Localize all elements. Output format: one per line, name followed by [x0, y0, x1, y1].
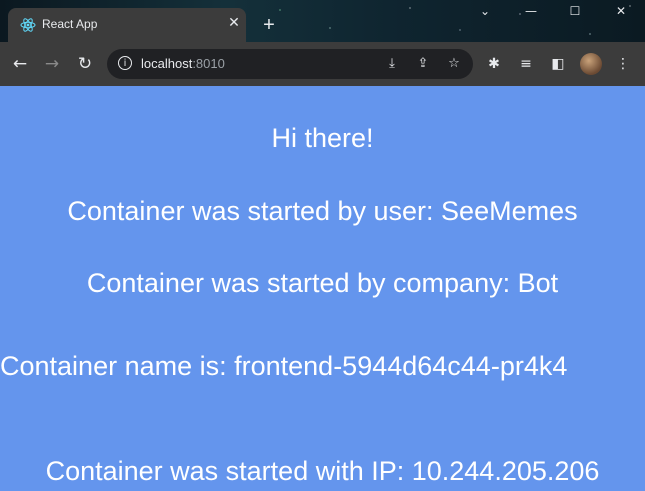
company-info-text: Container was started by company: Bot: [86, 268, 559, 298]
reload-button[interactable]: ↻: [72, 51, 98, 77]
tab-search-icon[interactable]: ⌄: [474, 2, 496, 20]
profile-avatar[interactable]: [580, 53, 602, 75]
close-tab-icon[interactable]: ✕: [226, 15, 242, 31]
url-host: localhost: [141, 56, 193, 71]
window-close-button[interactable]: ✕: [610, 2, 632, 20]
site-info-icon[interactable]: i: [118, 56, 132, 70]
address-bar[interactable]: i localhost:8010 ⤓ ⇪ ☆: [107, 49, 473, 79]
bookmark-star-icon[interactable]: ☆: [444, 54, 464, 74]
url-text: localhost:8010: [141, 56, 225, 71]
browser-chrome: React App ✕ + ⌄ — ☐ ✕ ← → ↻ i localhost:…: [0, 0, 645, 86]
greeting-text: Hi there!: [271, 123, 374, 153]
minimize-button[interactable]: —: [520, 2, 542, 20]
side-panel-icon[interactable]: ◧: [547, 53, 569, 75]
react-logo-icon: [20, 18, 36, 32]
share-icon[interactable]: ⇪: [413, 54, 433, 74]
toolbar: ← → ↻ i localhost:8010 ⤓ ⇪ ☆ ✱ ≡ ◧ ⋮: [0, 42, 645, 86]
new-tab-button[interactable]: +: [258, 14, 280, 36]
tab-title: React App: [42, 17, 98, 31]
restore-button[interactable]: ☐: [564, 2, 586, 20]
container-name-text: Container name is: frontend-5944d64c44-p…: [0, 351, 568, 381]
install-app-icon[interactable]: ⤓: [382, 54, 402, 74]
ip-info-text: Container was started with IP: 10.244.20…: [45, 456, 600, 486]
user-info-text: Container was started by user: SeeMemes: [67, 196, 578, 226]
extensions-icon[interactable]: ✱: [483, 53, 505, 75]
url-port: :8010: [192, 56, 225, 71]
browser-menu-icon[interactable]: ⋮: [612, 53, 634, 75]
forward-button[interactable]: →: [39, 51, 65, 77]
tab-react-app[interactable]: React App ✕: [8, 8, 246, 42]
page-content: Hi there! Container was started by user:…: [0, 86, 645, 491]
reading-list-icon[interactable]: ≡: [515, 53, 537, 75]
back-button[interactable]: ←: [7, 51, 33, 77]
